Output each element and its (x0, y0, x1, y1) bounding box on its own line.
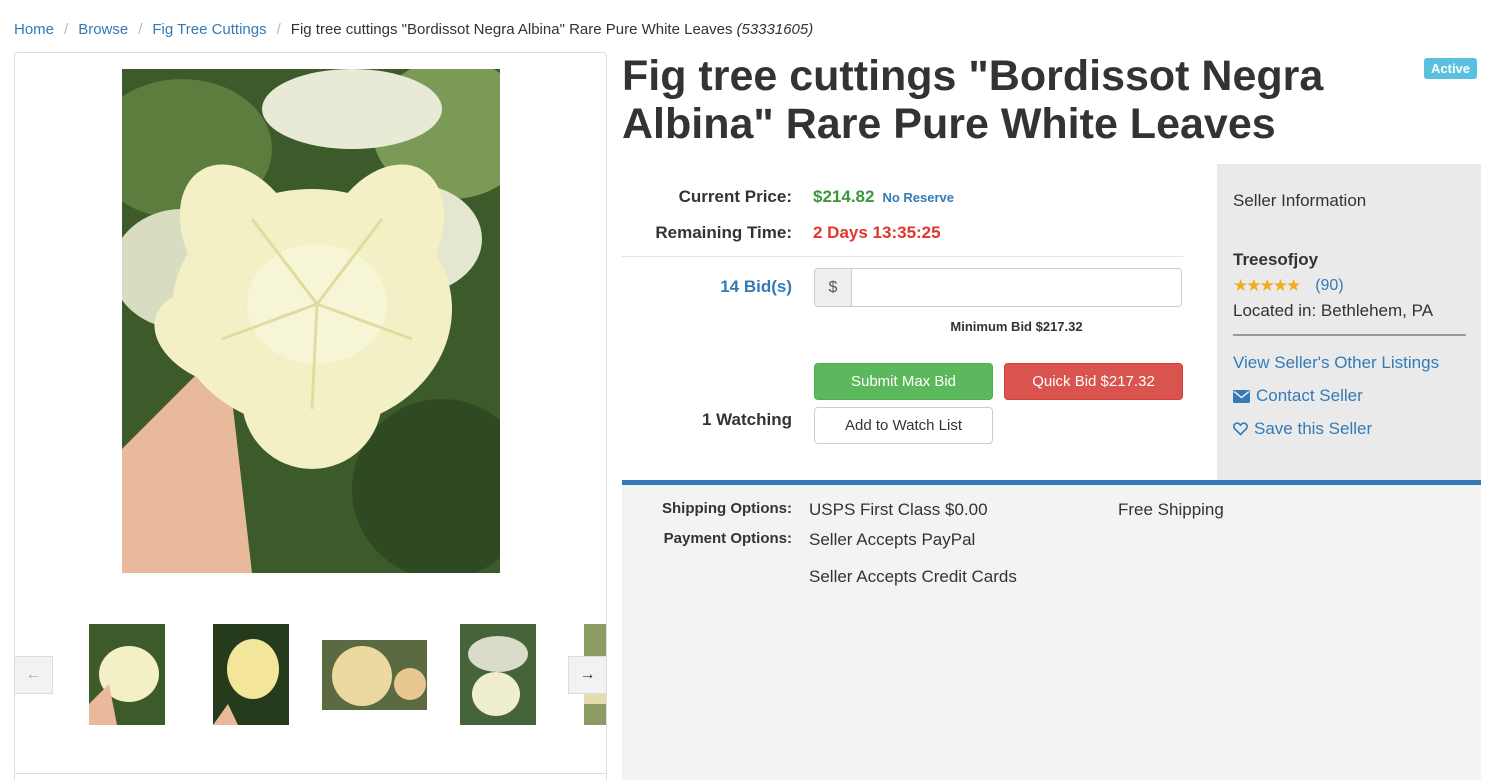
contact-seller-link[interactable]: Contact Seller (1233, 386, 1363, 406)
star-icon: ★★★★★ (1233, 276, 1301, 295)
payment-options-label: Payment Options: (663, 530, 792, 547)
heart-outline-icon (1233, 422, 1248, 436)
breadcrumb-separator: / (64, 20, 69, 38)
thumbnail-4[interactable] (460, 624, 536, 725)
bid-history-link[interactable]: 14 Bid(s) (720, 277, 792, 297)
reserve-note: No Reserve (882, 190, 954, 205)
thumbnail-2[interactable] (213, 624, 289, 725)
prev-thumbnails-button[interactable]: ← (15, 656, 53, 694)
shipping-payment-panel: Shipping Options: USPS First Class $0.00… (622, 485, 1481, 780)
bid-divider (622, 256, 1183, 257)
envelope-icon (1233, 389, 1250, 403)
seller-location: Located in: Bethlehem, PA (1233, 301, 1434, 320)
current-price-value: $214.82 (813, 187, 875, 206)
thumbnail-strip: ← → (15, 618, 606, 728)
seller-information-panel: Seller Information Treesofjoy ★★★★★ (90)… (1217, 164, 1481, 480)
thumbnail-3[interactable] (322, 640, 427, 710)
minimum-bid-text: Minimum Bid $217.32 (950, 319, 1083, 334)
contact-seller-label: Contact Seller (1256, 386, 1363, 405)
arrow-left-icon: ← (25, 666, 42, 683)
breadcrumb-separator: / (276, 20, 281, 38)
bid-amount-input[interactable] (852, 269, 1181, 306)
remaining-time-value: 2 Days 13:35:25 (813, 223, 941, 242)
save-seller-link[interactable]: Save this Seller (1233, 419, 1372, 439)
next-thumbnails-button[interactable]: → (568, 656, 606, 694)
status-badge: Active (1424, 58, 1478, 79)
seller-rating: ★★★★★ (90) (1233, 276, 1344, 296)
payment-method-paypal: Seller Accepts PayPal (809, 530, 976, 549)
arrow-right-icon: → (579, 666, 596, 683)
add-to-watch-list-button[interactable]: Add to Watch List (814, 407, 993, 444)
bid-section: Current Price: $214.82 No Reserve Remaini… (622, 164, 1217, 480)
breadcrumb-category-link[interactable]: Fig Tree Cuttings (152, 21, 266, 38)
current-price-row: $214.82 No Reserve (813, 187, 954, 207)
submit-max-bid-button[interactable]: Submit Max Bid (814, 363, 993, 400)
listing-title: Fig tree cuttings "Bordissot Negra Albin… (622, 52, 1324, 148)
seller-heading: Seller Information (1233, 191, 1367, 210)
panel-divider (15, 773, 606, 774)
breadcrumb-lot-id: (53331605) (736, 20, 814, 38)
shipping-note: Free Shipping (1118, 500, 1224, 519)
thumbnail-1[interactable] (89, 624, 165, 725)
currency-addon: $ (815, 269, 852, 306)
quick-bid-button[interactable]: Quick Bid $217.32 (1004, 363, 1183, 400)
view-seller-listings-label: View Seller's Other Listings (1233, 353, 1440, 372)
breadcrumb-current: Fig tree cuttings "Bordissot Negra Albin… (290, 20, 733, 38)
seller-divider (1233, 334, 1466, 336)
shipping-method: USPS First Class $0.00 (809, 500, 988, 519)
save-seller-label: Save this Seller (1254, 419, 1373, 438)
payment-method-credit-cards: Seller Accepts Credit Cards (809, 567, 1017, 586)
breadcrumb-browse-link[interactable]: Browse (78, 21, 128, 38)
shipping-options-label: Shipping Options: (662, 500, 792, 517)
seller-name: Treesofjoy (1233, 250, 1319, 269)
remaining-time-label: Remaining Time: (655, 223, 792, 242)
breadcrumb-separator: / (138, 20, 143, 38)
watching-count: 1 Watching (701, 410, 792, 429)
breadcrumb: Home / Browse / Fig Tree Cuttings / Fig … (14, 18, 813, 40)
image-gallery: ← → (14, 52, 607, 780)
view-seller-listings-link[interactable]: View Seller's Other Listings (1233, 353, 1439, 373)
rating-count-link[interactable]: (90) (1315, 277, 1343, 295)
main-product-photo[interactable] (122, 69, 500, 573)
current-price-label: Current Price: (678, 187, 792, 206)
breadcrumb-home-link[interactable]: Home (14, 21, 54, 38)
bid-amount-group: $ (814, 268, 1182, 307)
